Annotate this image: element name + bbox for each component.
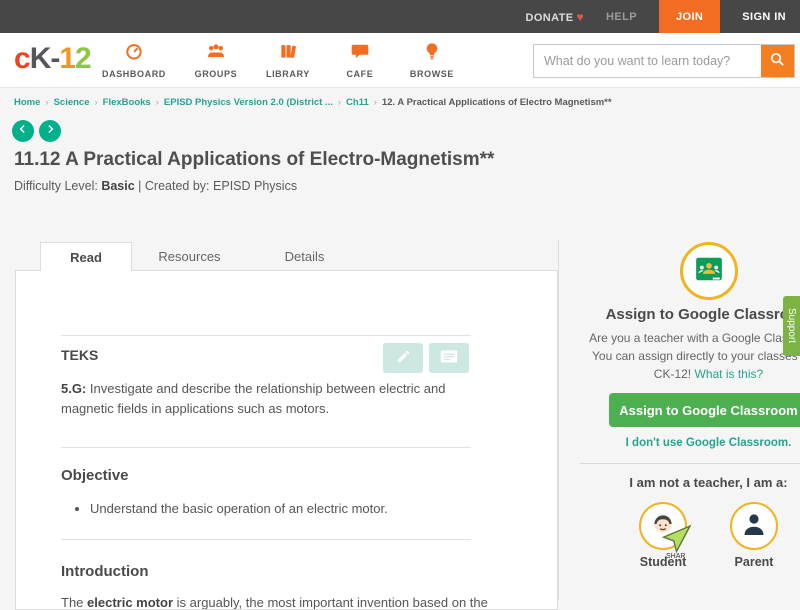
- role-student[interactable]: Student: [639, 502, 687, 569]
- breadcrumb-science[interactable]: Science: [54, 97, 90, 108]
- no-classroom-link[interactable]: I don't use Google Classroom.: [559, 437, 800, 449]
- what-is-this-link[interactable]: What is this?: [695, 367, 764, 381]
- nav-item-groups[interactable]: GROUPS: [194, 41, 238, 79]
- student-icon: [648, 509, 678, 544]
- nav-item-cafe[interactable]: CAFE: [338, 41, 382, 79]
- introduction-body: The electric motor is arguably, the most…: [61, 593, 491, 610]
- tab-resources[interactable]: Resources: [132, 242, 247, 271]
- chevron-right-icon: [43, 122, 57, 141]
- cafe-icon: [350, 41, 370, 66]
- lesson-pager: [12, 120, 61, 142]
- search-box: [533, 44, 795, 78]
- divider: [580, 463, 800, 464]
- library-icon: [278, 41, 298, 66]
- teks-tools: [383, 343, 469, 373]
- search-icon: [769, 51, 786, 71]
- classroom-body: Are you a teacher with a Google Classroo…: [559, 323, 800, 383]
- support-tab[interactable]: Support: [783, 296, 800, 356]
- introduction-heading: Introduction: [61, 563, 148, 580]
- breadcrumb-chapter[interactable]: Ch11: [346, 97, 369, 108]
- divider: [61, 335, 471, 336]
- nav-item-library[interactable]: LIBRARY: [266, 41, 310, 79]
- difficulty-value: Basic: [101, 179, 134, 193]
- lesson-content-card: TEKS 5.G: Investigate and describe the r…: [15, 270, 558, 610]
- role-options: Student Parent: [559, 502, 800, 569]
- teks-code: 5.G:: [61, 381, 86, 396]
- page-title: 11.12 A Practical Applications of Electr…: [14, 149, 494, 171]
- classroom-heading: Assign to Google Classroom: [559, 306, 800, 323]
- flashcard-icon: [440, 349, 458, 367]
- created-by-value: EPISD Physics: [213, 179, 297, 193]
- google-classroom-panel: Assign to Google Classroom Are you a tea…: [558, 240, 800, 600]
- join-button[interactable]: JOIN: [659, 0, 720, 33]
- teks-heading: TEKS: [61, 347, 98, 363]
- topbar: DONATE♥ HELP JOIN SIGN IN: [0, 0, 800, 33]
- role-parent[interactable]: Parent: [730, 502, 778, 569]
- objective-heading: Objective: [61, 467, 129, 484]
- objective-item: Understand the basic operation of an ele…: [90, 501, 478, 516]
- assign-google-classroom-button[interactable]: Assign to Google Classroom: [609, 393, 800, 427]
- role-prompt: I am not a teacher, I am a:: [559, 475, 800, 490]
- annotate-button[interactable]: [383, 343, 423, 373]
- intro-bold-term: electric motor: [87, 595, 173, 610]
- chevron-left-icon: [16, 122, 30, 141]
- breadcrumb-book[interactable]: EPISD Physics Version 2.0 (District ...: [164, 97, 333, 108]
- heart-icon: ♥: [577, 10, 585, 24]
- groups-icon: [206, 41, 226, 66]
- donate-link[interactable]: DONATE♥: [525, 10, 584, 24]
- dashboard-icon: [124, 41, 144, 66]
- breadcrumb-flexbooks[interactable]: FlexBooks: [103, 97, 151, 108]
- search-button[interactable]: [761, 45, 794, 77]
- next-lesson-button[interactable]: [39, 120, 61, 142]
- content-tabs: Read Resources Details: [40, 242, 362, 271]
- page-meta: Difficulty Level: Basic | Created by: EP…: [14, 179, 297, 193]
- search-input[interactable]: [534, 45, 761, 77]
- breadcrumb-home[interactable]: Home: [14, 97, 40, 108]
- breadcrumb: Home › Science › FlexBooks › EPISD Physi…: [14, 97, 612, 108]
- ck12-logo[interactable]: cK-12: [14, 42, 91, 76]
- divider: [61, 539, 471, 540]
- nav-item-dashboard[interactable]: DASHBOARD: [102, 41, 166, 79]
- objective-list: Understand the basic operation of an ele…: [78, 501, 478, 516]
- tab-details[interactable]: Details: [247, 242, 362, 271]
- divider: [61, 447, 471, 448]
- breadcrumb-current: 12. A Practical Applications of Electro …: [382, 97, 612, 108]
- tab-read[interactable]: Read: [40, 242, 132, 271]
- parent-icon: [739, 509, 769, 544]
- flashcards-button[interactable]: [429, 343, 469, 373]
- prev-lesson-button[interactable]: [12, 120, 34, 142]
- nav-item-browse[interactable]: BROWSE: [410, 41, 454, 79]
- google-classroom-logo-circle: [680, 242, 738, 300]
- signin-link[interactable]: SIGN IN: [742, 11, 786, 23]
- header: cK-12 DASHBOARD GROUPS LIBRARY CAFE: [0, 33, 800, 88]
- google-classroom-icon: [694, 254, 724, 289]
- main-nav: DASHBOARD GROUPS LIBRARY CAFE BROWSE: [102, 41, 454, 79]
- browse-icon: [422, 41, 442, 66]
- pencil-icon: [396, 349, 411, 367]
- help-link[interactable]: HELP: [606, 11, 637, 23]
- teks-body: 5.G: Investigate and describe the relati…: [61, 379, 456, 419]
